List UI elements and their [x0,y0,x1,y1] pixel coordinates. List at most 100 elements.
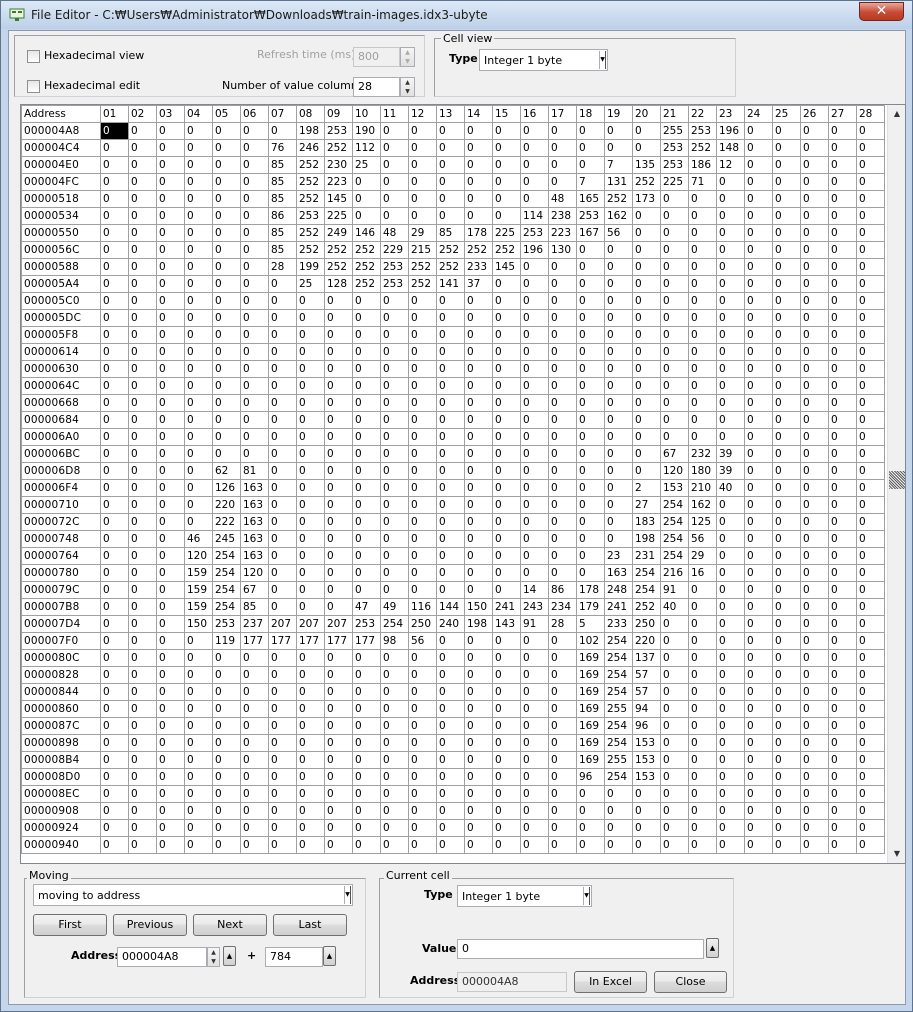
value-cell[interactable]: 0 [464,292,493,310]
value-cell[interactable]: 0 [800,275,829,293]
value-cell[interactable]: 0 [772,649,801,667]
value-cell[interactable]: 0 [380,139,409,157]
value-cell[interactable]: 0 [464,734,493,752]
value-cell[interactable]: 0 [100,836,129,854]
value-cell[interactable]: 0 [100,700,129,718]
value-cell[interactable]: 252 [296,156,325,174]
value-cell[interactable]: 0 [744,700,773,718]
value-cell[interactable]: 0 [352,717,381,735]
value-cell[interactable]: 0 [380,343,409,361]
value-cell[interactable]: 0 [156,836,185,854]
value-cell[interactable]: 0 [856,428,885,446]
value-cell[interactable]: 254 [660,513,689,531]
value-cell[interactable]: 0 [212,394,241,412]
value-cell[interactable]: 0 [632,836,661,854]
value-cell[interactable]: 0 [576,819,605,837]
value-cell[interactable]: 0 [268,683,297,701]
value-cell[interactable]: 0 [520,785,549,803]
value-cell[interactable]: 0 [744,649,773,667]
value-cell[interactable]: 0 [520,343,549,361]
value-cell[interactable]: 0 [548,819,577,837]
value-cell[interactable]: 0 [660,428,689,446]
scroll-up-icon[interactable]: ▲ [889,106,905,122]
value-cell[interactable]: 0 [520,632,549,650]
value-cell[interactable]: 0 [576,241,605,259]
value-cell[interactable]: 0 [268,581,297,599]
value-cell[interactable]: 0 [520,258,549,276]
value-cell[interactable]: 232 [688,445,717,463]
value-cell[interactable]: 0 [744,564,773,582]
value-cell[interactable]: 0 [324,666,353,684]
value-cell[interactable]: 254 [632,564,661,582]
value-cell[interactable]: 207 [324,615,353,633]
value-cell[interactable]: 0 [352,734,381,752]
value-cell[interactable]: 102 [576,632,605,650]
value-cell[interactable]: 0 [296,292,325,310]
value-cell[interactable]: 252 [436,241,465,259]
value-cell[interactable]: 0 [296,377,325,395]
value-cell[interactable]: 0 [408,785,437,803]
value-cell[interactable]: 47 [352,598,381,616]
value-cell[interactable]: 0 [688,734,717,752]
value-cell[interactable]: 0 [688,666,717,684]
value-cell[interactable]: 0 [828,802,857,820]
value-cell[interactable]: 0 [716,717,745,735]
value-cell[interactable]: 5 [576,615,605,633]
value-cell[interactable]: 0 [436,819,465,837]
value-cell[interactable]: 0 [800,462,829,480]
value-cell[interactable]: 0 [156,122,185,140]
value-cell[interactable]: 0 [688,207,717,225]
value-cell[interactable]: 177 [324,632,353,650]
value-cell[interactable]: 0 [436,547,465,565]
value-cell[interactable]: 0 [548,513,577,531]
value-cell[interactable]: 0 [184,445,213,463]
value-cell[interactable]: 0 [800,394,829,412]
value-cell[interactable]: 0 [380,326,409,344]
value-cell[interactable]: 225 [324,207,353,225]
value-cell[interactable]: 0 [772,445,801,463]
value-cell[interactable]: 0 [828,564,857,582]
value-cell[interactable]: 0 [772,496,801,514]
value-cell[interactable]: 0 [744,632,773,650]
value-cell[interactable]: 233 [604,615,633,633]
value-cell[interactable]: 0 [576,377,605,395]
value-cell[interactable]: 0 [156,768,185,786]
value-cell[interactable]: 0 [604,479,633,497]
value-cell[interactable]: 0 [744,717,773,735]
value-cell[interactable]: 255 [604,700,633,718]
next-button[interactable]: Next [193,914,267,936]
value-cell[interactable]: 0 [240,666,269,684]
value-cell[interactable]: 0 [772,360,801,378]
value-cell[interactable]: 0 [772,802,801,820]
value-cell[interactable]: 25 [296,275,325,293]
value-cell[interactable]: 249 [324,224,353,242]
value-cell[interactable]: 0 [772,377,801,395]
value-cell[interactable]: 0 [324,479,353,497]
value-cell[interactable]: 0 [268,666,297,684]
value-cell[interactable]: 0 [352,666,381,684]
value-cell[interactable]: 0 [324,564,353,582]
value-cell[interactable]: 0 [296,598,325,616]
value-cell[interactable]: 0 [492,547,521,565]
value-cell[interactable]: 0 [436,377,465,395]
value-cell[interactable]: 0 [380,717,409,735]
value-cell[interactable]: 0 [492,377,521,395]
value-cell[interactable]: 114 [520,207,549,225]
value-cell[interactable]: 0 [800,734,829,752]
value-cell[interactable]: 0 [100,139,129,157]
value-cell[interactable]: 0 [464,768,493,786]
value-cell[interactable]: 0 [520,649,549,667]
value-cell[interactable]: 0 [128,122,157,140]
value-cell[interactable]: 0 [632,360,661,378]
value-cell[interactable]: 0 [520,411,549,429]
value-cell[interactable]: 144 [436,598,465,616]
value-cell[interactable]: 0 [800,122,829,140]
value-cell[interactable]: 0 [772,122,801,140]
value-cell[interactable]: 0 [744,292,773,310]
value-cell[interactable]: 0 [856,258,885,276]
value-cell[interactable]: 0 [324,343,353,361]
value-cell[interactable]: 207 [268,615,297,633]
value-cell[interactable]: 0 [156,479,185,497]
value-cell[interactable]: 0 [128,700,157,718]
value-cell[interactable]: 0 [548,445,577,463]
